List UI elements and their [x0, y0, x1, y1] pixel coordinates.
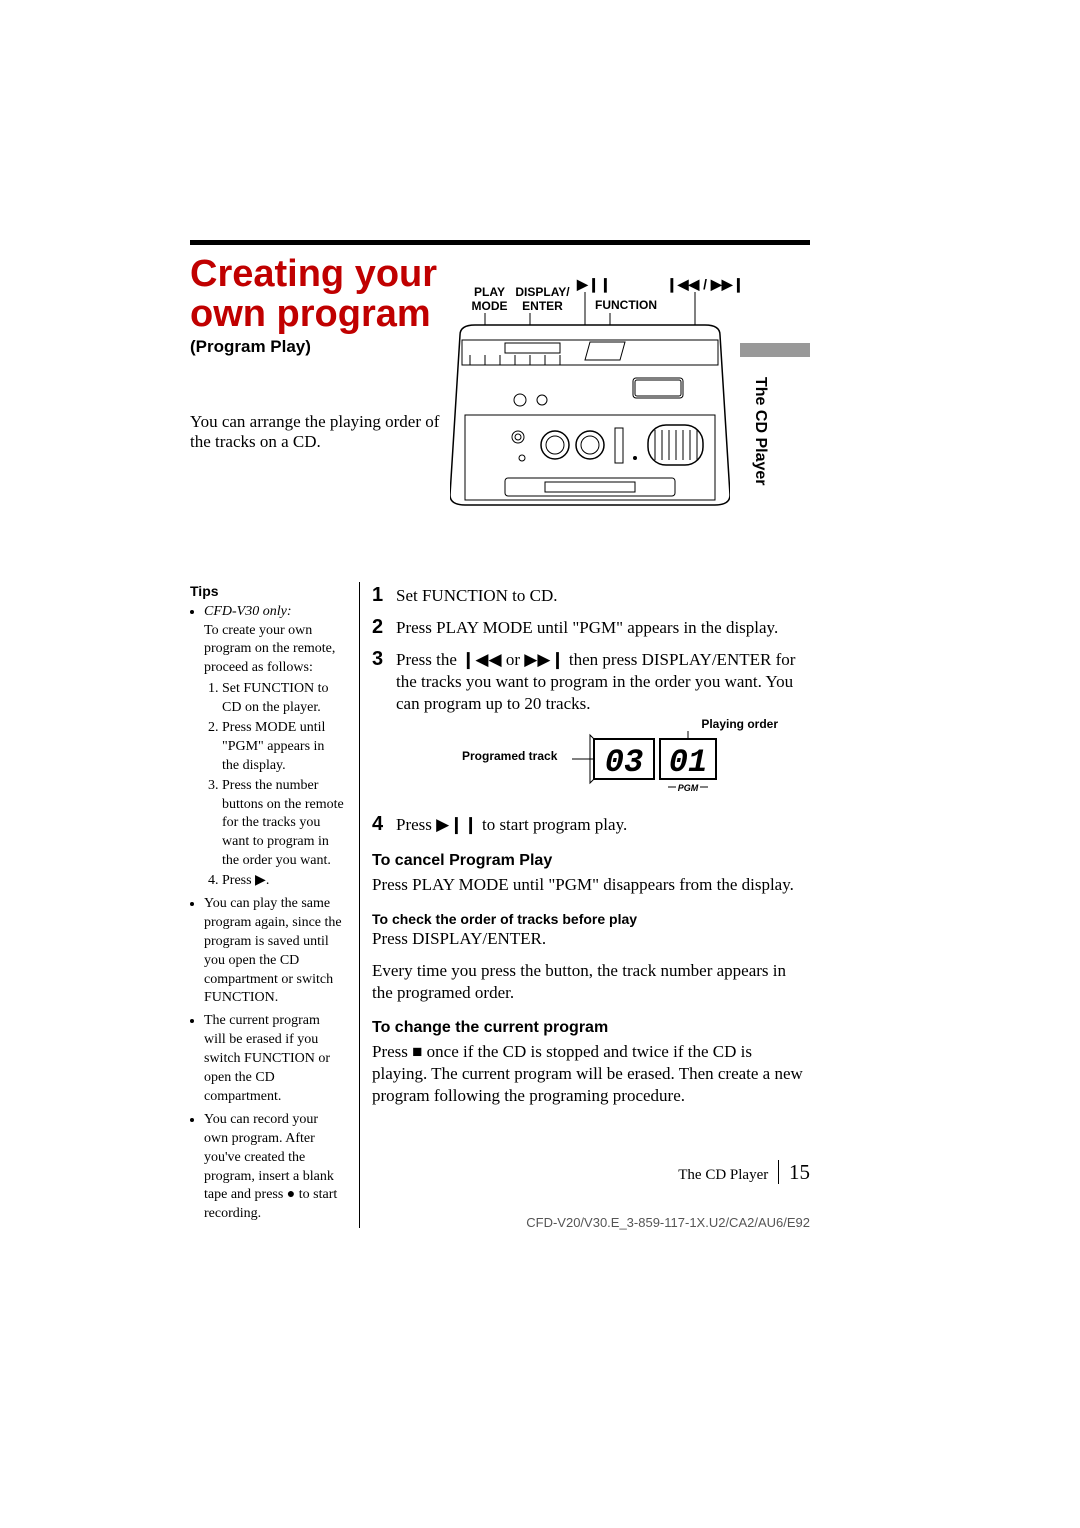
- tip-model: CFD-V30 only: To create your own program…: [204, 603, 345, 891]
- step-3: 3 Press the ❙◀◀ or ▶▶❙ then press DISPLA…: [372, 646, 810, 715]
- step-number: 3: [372, 646, 396, 715]
- lcd-pgm-indicator: PGM: [678, 783, 699, 793]
- t: or: [502, 650, 525, 669]
- step-body: Press PLAY MODE until "PGM" appears in t…: [396, 614, 778, 640]
- main-instructions: 1 Set FUNCTION to CD. 2 Press PLAY MODE …: [372, 582, 810, 1228]
- cancel-heading: To cancel Program Play: [372, 851, 810, 872]
- top-rule: [190, 240, 810, 245]
- step-body: Press ▶❙❙ to start program play.: [396, 811, 627, 837]
- title-line-2: own program: [190, 293, 431, 335]
- side-index-bar: [740, 343, 810, 357]
- tip-model-step-2: Press MODE until "PGM" appears in the di…: [222, 719, 345, 776]
- next-track-icon: ▶▶❙: [524, 650, 564, 669]
- tip-model-step-4: Press ▶.: [222, 872, 345, 891]
- device-diagram: [450, 280, 730, 510]
- tip-model-substeps: Set FUNCTION to CD on the player. Press …: [204, 680, 345, 891]
- column-divider: [359, 582, 360, 1228]
- title-line-1: Creating your: [190, 253, 437, 295]
- tip-model-note: CFD-V30 only:: [204, 604, 291, 619]
- prev-track-icon: ❙◀◀: [461, 650, 501, 669]
- tips-heading: Tips: [190, 582, 345, 601]
- check-body-1: Press DISPLAY/ENTER.: [372, 928, 810, 950]
- change-heading: To change the current program: [372, 1018, 810, 1039]
- footer-section-page: The CD Player 15: [190, 1160, 810, 1185]
- tip-item-3: The current program will be erased if yo…: [204, 1012, 345, 1106]
- footer-section-name: The CD Player: [678, 1167, 768, 1183]
- check-body-2: Every time you press the button, the tra…: [372, 960, 810, 1004]
- tip-model-intro: To create your own program on the remote…: [204, 622, 345, 679]
- lcd-track-value: 03: [605, 744, 643, 781]
- footer-page-number: 15: [778, 1160, 810, 1184]
- step-4: 4 Press ▶❙❙ to start program play.: [372, 811, 810, 837]
- step-1: 1 Set FUNCTION to CD.: [372, 582, 810, 608]
- t: Press: [396, 815, 436, 834]
- t: Press the: [396, 650, 461, 669]
- tips-sidebar: Tips CFD-V30 only: To create your own pr…: [190, 582, 355, 1228]
- play-pause-icon: ▶❙❙: [436, 815, 478, 834]
- two-column-layout: Tips CFD-V30 only: To create your own pr…: [190, 582, 810, 1228]
- lcd-svg: 03 01 PGM: [572, 729, 722, 794]
- tips-list: CFD-V30 only: To create your own program…: [190, 603, 345, 1225]
- lcd-programed-track-label: Programed track: [462, 749, 557, 765]
- intro-text: You can arrange the playing order of the…: [190, 412, 440, 452]
- tip-item-2: You can play the same program again, sin…: [204, 895, 345, 1008]
- step-number: 4: [372, 811, 396, 837]
- tip-model-step-3: Press the number buttons on the remote f…: [222, 777, 345, 871]
- cancel-body: Press PLAY MODE until "PGM" disappears f…: [372, 874, 810, 896]
- step-number: 2: [372, 614, 396, 640]
- check-heading: To check the order of tracks before play: [372, 910, 810, 928]
- footer-doc-id: CFD-V20/V30.E_3-859-117-1X.U2/CA2/AU6/E9…: [190, 1215, 810, 1230]
- step-body: Set FUNCTION to CD.: [396, 582, 558, 608]
- step-2: 2 Press PLAY MODE until "PGM" appears in…: [372, 614, 810, 640]
- step-number: 1: [372, 582, 396, 608]
- page-footer: The CD Player 15 CFD-V20/V30.E_3-859-117…: [190, 1160, 810, 1230]
- side-tab-label: The CD Player: [751, 377, 769, 485]
- t: to start program play.: [478, 815, 628, 834]
- change-body: Press ■ once if the CD is stopped and tw…: [372, 1041, 810, 1107]
- lcd-order-value: 01: [669, 744, 707, 781]
- tip-model-step-1: Set FUNCTION to CD on the player.: [222, 680, 345, 718]
- lcd-illustration: Playing order Programed track 03 01 PGM: [462, 721, 802, 801]
- step-body: Press the ❙◀◀ or ▶▶❙ then press DISPLAY/…: [396, 646, 810, 715]
